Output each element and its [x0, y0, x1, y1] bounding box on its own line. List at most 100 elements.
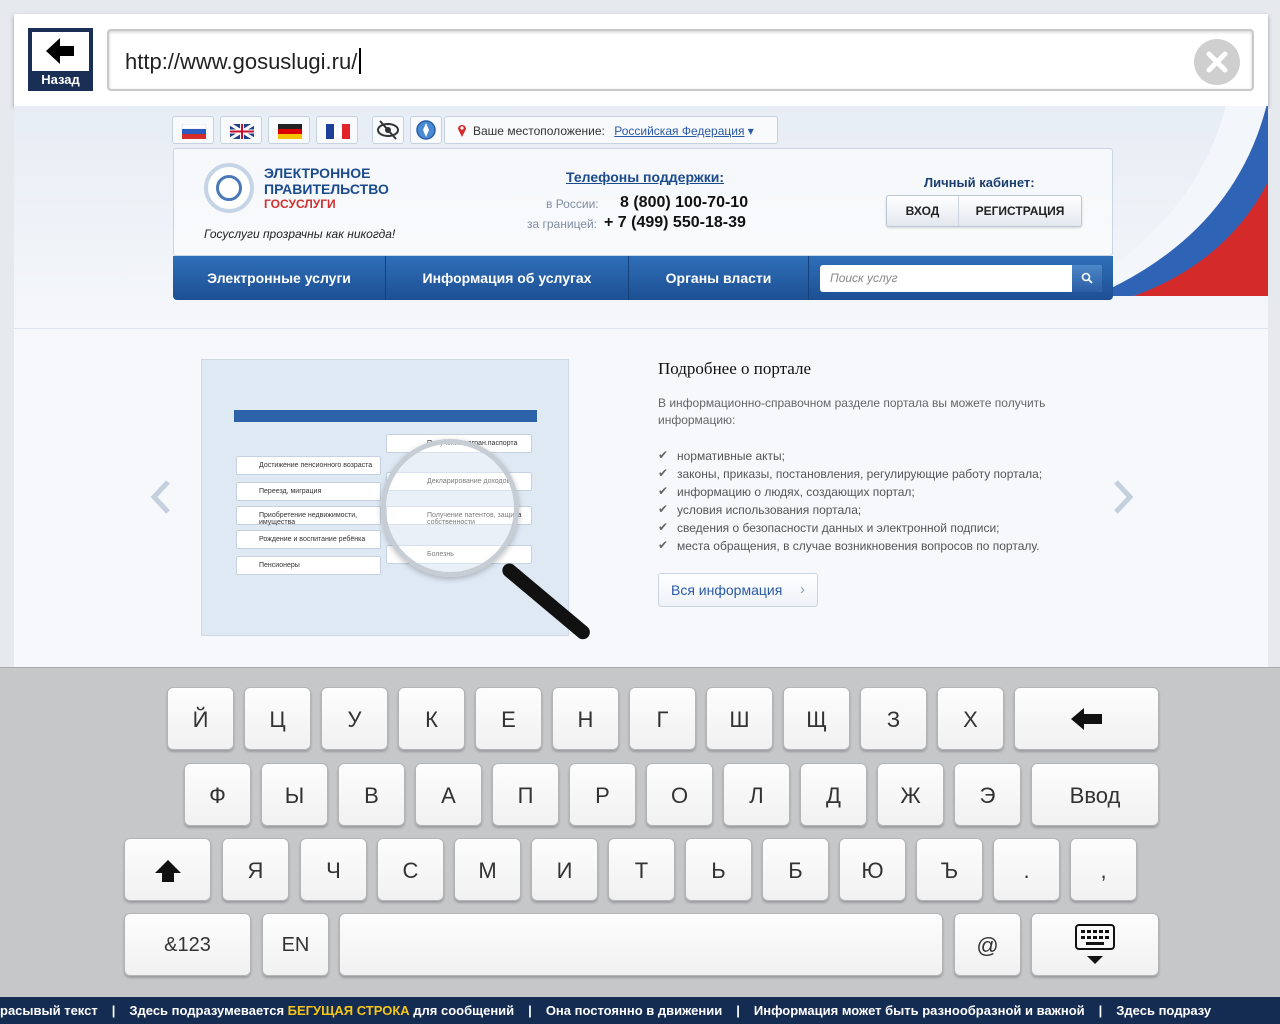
key-comma[interactable]: ,: [1070, 838, 1137, 901]
ticker-text: расывый текст: [0, 1003, 98, 1018]
key-ч[interactable]: Ч: [300, 838, 367, 901]
key-з[interactable]: З: [860, 687, 927, 750]
key-о[interactable]: О: [646, 763, 713, 826]
check-icon: ✔: [658, 502, 669, 516]
slogan: Госуслуги прозрачны как никогда!: [204, 227, 396, 241]
preview-row: Приобретение недвижимости, имущества: [236, 506, 381, 526]
shift-arrow-icon: [154, 860, 181, 882]
key-в[interactable]: В: [338, 763, 405, 826]
germany-flag-icon: [278, 124, 302, 139]
key-й[interactable]: Й: [167, 687, 234, 750]
register-button[interactable]: РЕГИСТРАЦИЯ: [959, 196, 1081, 226]
key-х[interactable]: Х: [937, 687, 1004, 750]
key-т[interactable]: Т: [608, 838, 675, 901]
clear-address-button[interactable]: [1194, 39, 1240, 85]
browser-toolbar: Назад http://www.gosuslugi.ru/: [14, 14, 1268, 106]
compass-button[interactable]: [410, 116, 442, 144]
key-ы[interactable]: Ы: [261, 763, 328, 826]
list-item: ✔ сведения о безопасности данных и электр…: [658, 520, 1000, 535]
location-pin-icon: [458, 125, 466, 137]
ticker-text: для сообщений: [409, 1003, 515, 1018]
all-info-button[interactable]: Вся информация ›: [658, 573, 818, 607]
carousel-prev-arrow-icon[interactable]: [148, 479, 174, 515]
support-phones-link[interactable]: Телефоны поддержки:: [566, 169, 724, 185]
login-button[interactable]: ВХОД: [887, 196, 959, 226]
logo-text[interactable]: ЭЛЕКТРОННОЕ ПРАВИТЕЛЬСТВО: [264, 165, 389, 197]
preview-row: Пенсионеры: [236, 556, 381, 575]
back-button-label: Назад: [41, 72, 80, 87]
cabinet-buttons: ВХОД РЕГИСТРАЦИЯ: [886, 195, 1082, 227]
flag-germany-button[interactable]: [268, 116, 310, 144]
hide-keyboard-key[interactable]: [1031, 913, 1159, 976]
key-н[interactable]: Н: [552, 687, 619, 750]
key-ш[interactable]: Ш: [706, 687, 773, 750]
location-selector[interactable]: Ваше местоположение: Российская Федераци…: [444, 116, 778, 144]
keyboard-hide-icon: [1075, 924, 1115, 964]
key-с[interactable]: С: [377, 838, 444, 901]
key-п[interactable]: П: [492, 763, 559, 826]
location-link[interactable]: Российская Федерация: [614, 124, 744, 138]
search-button[interactable]: [1072, 265, 1102, 292]
key-л[interactable]: Л: [723, 763, 790, 826]
list-item: ✔ нормативные акты;: [658, 448, 785, 463]
nav-electronic-services[interactable]: Электронные услуги: [173, 256, 386, 300]
news-ticker: расывый текст | Здесь подразумевается БЕГУ…: [0, 997, 1280, 1024]
key-д[interactable]: Д: [800, 763, 867, 826]
key-а[interactable]: А: [415, 763, 482, 826]
flag-uk-button[interactable]: [220, 116, 262, 144]
chevron-right-icon: ›: [800, 581, 805, 598]
list-item: ✔ места обращения, в случае возникновения…: [658, 538, 1040, 553]
logo-subtitle: ГОСУСЛУГИ: [264, 197, 336, 211]
backspace-key[interactable]: [1014, 687, 1159, 750]
back-arrow-icon: [46, 38, 74, 64]
list-item: ✔ информацию о людях, создающих портал;: [658, 484, 915, 499]
ticker-text: Здесь подразу: [1116, 1003, 1212, 1018]
at-key[interactable]: @: [954, 913, 1021, 976]
list-item: ✔ законы, приказы, постановления, регулир…: [658, 466, 1043, 481]
personal-cabinet-title: Личный кабинет:: [924, 175, 1035, 190]
nav-service-info[interactable]: Информация об услугах: [386, 256, 629, 300]
key-ц[interactable]: Ц: [244, 687, 311, 750]
back-button[interactable]: Назад: [28, 28, 93, 91]
key-ф[interactable]: Ф: [184, 763, 251, 826]
key-к[interactable]: К: [398, 687, 465, 750]
key-щ[interactable]: Щ: [783, 687, 850, 750]
ticker-highlight: БЕГУЩАЯ СТРОКА: [287, 1003, 410, 1018]
about-title: Подробнее о портале: [658, 359, 812, 378]
key-м[interactable]: М: [454, 838, 521, 901]
key-и[interactable]: И: [531, 838, 598, 901]
key-у[interactable]: У: [321, 687, 388, 750]
language-key[interactable]: EN: [262, 913, 329, 976]
ticker-text: Она постоянно в движении: [545, 1003, 723, 1018]
key-period[interactable]: .: [993, 838, 1060, 901]
gosuslugi-logo-icon: [204, 163, 254, 213]
address-bar[interactable]: http://www.gosuslugi.ru/: [107, 29, 1254, 91]
numbers-key[interactable]: &123: [124, 913, 251, 976]
key-ж[interactable]: Ж: [877, 763, 944, 826]
carousel-next-arrow-icon[interactable]: [1110, 479, 1136, 515]
flag-france-button[interactable]: [316, 116, 358, 144]
uk-flag-icon: [230, 124, 254, 139]
check-icon: ✔: [658, 538, 669, 552]
key-ь[interactable]: Ь: [685, 838, 752, 901]
key-ъ[interactable]: Ъ: [916, 838, 983, 901]
russia-flag-icon: [182, 124, 206, 139]
enter-key[interactable]: Ввод: [1031, 763, 1159, 826]
key-г[interactable]: Г: [629, 687, 696, 750]
key-р[interactable]: Р: [569, 763, 636, 826]
shift-key[interactable]: [124, 838, 211, 901]
key-э[interactable]: Э: [954, 763, 1021, 826]
check-icon: ✔: [658, 466, 669, 480]
key-я[interactable]: Я: [222, 838, 289, 901]
key-ю[interactable]: Ю: [839, 838, 906, 901]
search-input[interactable]: Поиск услуг: [820, 265, 1102, 292]
text-caret: [359, 48, 362, 74]
flag-russia-button[interactable]: [172, 116, 214, 144]
accessibility-button[interactable]: [372, 116, 404, 144]
compass-icon: [416, 120, 436, 140]
preview-row: Достижение пенсионного возраста: [236, 456, 381, 475]
key-е[interactable]: Е: [475, 687, 542, 750]
space-key[interactable]: [339, 913, 943, 976]
key-б[interactable]: Б: [762, 838, 829, 901]
nav-authorities[interactable]: Органы власти: [629, 256, 809, 300]
